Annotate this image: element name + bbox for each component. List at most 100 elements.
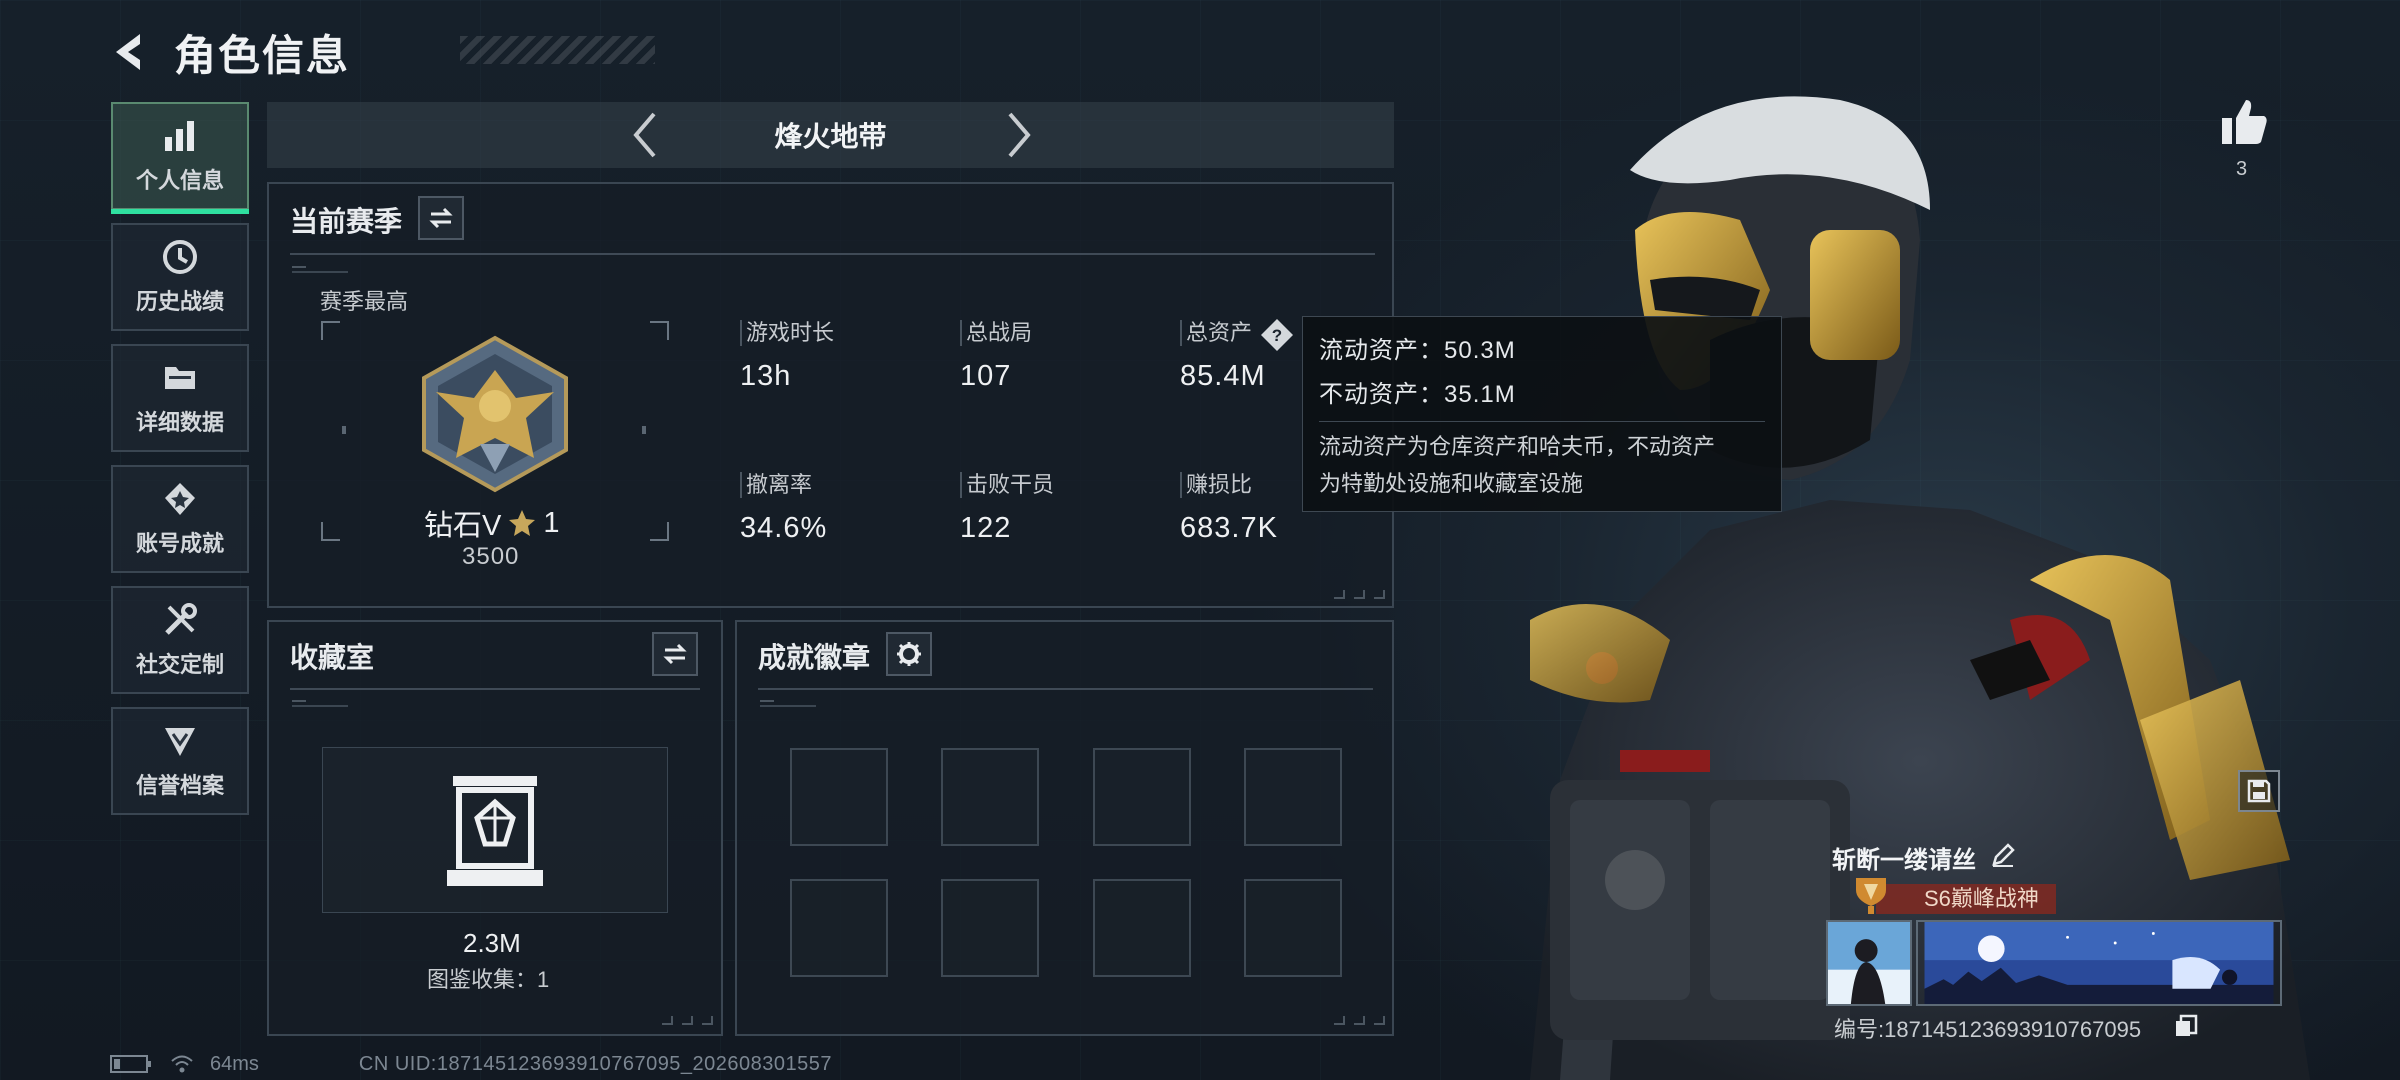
next-mode-arrow-icon[interactable] <box>992 110 1042 160</box>
stat-profit-loss-ratio: 赚损比 683.7K <box>1180 472 1278 545</box>
page-title: 角色信息 <box>174 31 351 79</box>
sidebar-item-label: 信誉档案 <box>135 773 224 798</box>
assets-tooltip: 流动资产：50.3M 不动资产：35.1M 流动资产为仓库资产和哈夫币，不动资产… <box>1302 316 1782 512</box>
svg-text:?: ? <box>1272 326 1282 345</box>
vault-divider <box>290 688 700 690</box>
vault-switch-button[interactable] <box>652 632 698 676</box>
stat-label: 撤离率 <box>740 472 827 498</box>
help-question-icon[interactable]: ? <box>1260 318 1294 352</box>
swap-arrows-icon <box>429 207 453 229</box>
player-rank-tag: S6巅峰战神 <box>1876 884 2056 914</box>
stat-value: 13h <box>740 360 792 392</box>
mode-selector: 烽火地带 <box>267 102 1394 168</box>
like-count: 3 <box>2236 158 2248 180</box>
save-disk-icon <box>2247 779 2271 803</box>
badge-slot[interactable] <box>941 879 1039 977</box>
corner-decoration <box>662 1016 713 1025</box>
rank-star-count: 1 <box>543 506 560 539</box>
network-ping: 64ms <box>210 1052 259 1075</box>
corner-decoration <box>1334 1016 1385 1025</box>
player-name: 斩断一缕请丝 <box>1832 847 1976 874</box>
player-banner[interactable] <box>1916 920 2282 1006</box>
previous-mode-arrow-icon[interactable] <box>622 110 672 160</box>
stat-value: 122 <box>960 512 1012 544</box>
season-panel-title: 当前赛季 <box>290 206 403 237</box>
back-arrow-icon[interactable] <box>110 30 150 74</box>
stat-value: 34.6% <box>740 512 828 544</box>
achievement-medal-icon <box>165 483 195 515</box>
edit-pencil-icon[interactable] <box>1990 842 2016 868</box>
stat-label: 总战局 <box>960 320 1032 346</box>
assets-description-line1: 流动资产为仓库资产和哈夫币，不动资产 <box>1319 434 1716 459</box>
tools-wrench-icon <box>165 603 197 635</box>
history-clock-icon <box>163 240 197 274</box>
folder-icon <box>165 367 195 389</box>
diamond-rank-emblem-icon <box>422 335 568 493</box>
sidebar-item-detailed-data[interactable]: 详细数据 <box>111 344 249 452</box>
badge-slot[interactable] <box>1093 879 1191 977</box>
rank-trophy-icon <box>1856 878 1886 914</box>
stat-extraction-rate: 撤离率 34.6% <box>740 472 827 545</box>
badge-slot[interactable] <box>790 879 888 977</box>
tooltip-divider <box>1319 421 1765 422</box>
copy-icon[interactable] <box>2174 1014 2198 1038</box>
rank-tier: 钻石V <box>424 510 502 542</box>
bar-chart-icon <box>165 121 194 151</box>
badge-slot[interactable] <box>1244 748 1342 846</box>
status-bar: 64ms CN UID:18714512369391076709​5_20260… <box>110 1052 832 1076</box>
sidebar-item-label: 个人信息 <box>135 168 224 193</box>
player-avatar[interactable] <box>1826 920 1912 1006</box>
rank-score: 3500 <box>462 543 520 570</box>
corner-decoration <box>1334 590 1385 599</box>
client-uid: CN UID:18714512369391076709​5_2026083015… <box>358 1052 833 1075</box>
sidebar: 个人信息 历史战绩 详细数据 账号成就 社交定制 信誉档案 <box>111 102 249 828</box>
sidebar-item-achievements[interactable]: 账号成就 <box>111 465 249 573</box>
decor-lines <box>292 266 348 273</box>
mode-title: 烽火地带 <box>774 121 887 152</box>
badge-slot[interactable] <box>1244 879 1342 977</box>
sidebar-item-personal-info[interactable]: 个人信息 <box>111 102 249 214</box>
stat-label: 击败干员 <box>960 472 1054 498</box>
save-button[interactable] <box>2238 770 2280 812</box>
title-decoration <box>460 36 655 64</box>
badges-settings-button[interactable] <box>886 632 932 676</box>
sidebar-item-social[interactable]: 社交定制 <box>111 586 249 694</box>
thumbs-up-icon[interactable] <box>2218 96 2270 148</box>
sidebar-item-label: 社交定制 <box>135 652 224 677</box>
decor-lines <box>292 700 348 707</box>
stat-play-time: 游戏时长 13h <box>740 320 834 393</box>
vault-panel-title: 收藏室 <box>290 642 375 673</box>
stat-total-assets: 总资产 85.4M <box>1180 320 1266 393</box>
battery-icon <box>110 1055 151 1073</box>
vault-collection-count: 图鉴收集：1 <box>427 967 550 992</box>
swap-arrows-icon <box>663 643 687 665</box>
season-divider <box>290 253 1375 255</box>
stat-operators-defeated: 击败干员 122 <box>960 472 1054 545</box>
gear-icon <box>897 642 921 666</box>
sidebar-item-credit[interactable]: 信誉档案 <box>111 707 249 815</box>
stat-value: 683.7K <box>1180 512 1278 544</box>
badge-slot[interactable] <box>790 748 888 846</box>
fixed-assets: 不动资产：35.1M <box>1319 381 1516 408</box>
star-icon <box>509 510 536 536</box>
stat-value: 107 <box>960 360 1012 392</box>
sidebar-item-history[interactable]: 历史战绩 <box>111 223 249 331</box>
sidebar-item-label: 历史战绩 <box>135 289 224 314</box>
sidebar-item-label: 详细数据 <box>135 410 224 435</box>
vault-value: 2.3M <box>463 928 521 958</box>
badge-slot[interactable] <box>941 748 1039 846</box>
badge-slot[interactable] <box>1093 748 1191 846</box>
stat-value: 85.4M <box>1180 360 1266 392</box>
page-header: 角色信息 <box>110 22 655 82</box>
season-switch-button[interactable] <box>418 196 464 240</box>
vault-display-case-icon <box>447 776 543 886</box>
rank-name: 钻石V 1 <box>424 502 559 544</box>
stat-total-matches: 总战局 107 <box>960 320 1032 393</box>
stat-label: 游戏时长 <box>740 320 834 346</box>
wifi-icon <box>171 1055 193 1073</box>
badges-panel-title: 成就徽章 <box>758 642 871 673</box>
liquid-assets: 流动资产：50.3M <box>1319 337 1516 364</box>
assets-description-line2: 为特勤处设施和收藏室设施 <box>1319 471 1584 496</box>
sidebar-item-label: 账号成就 <box>135 531 224 556</box>
decor-lines <box>760 700 816 707</box>
